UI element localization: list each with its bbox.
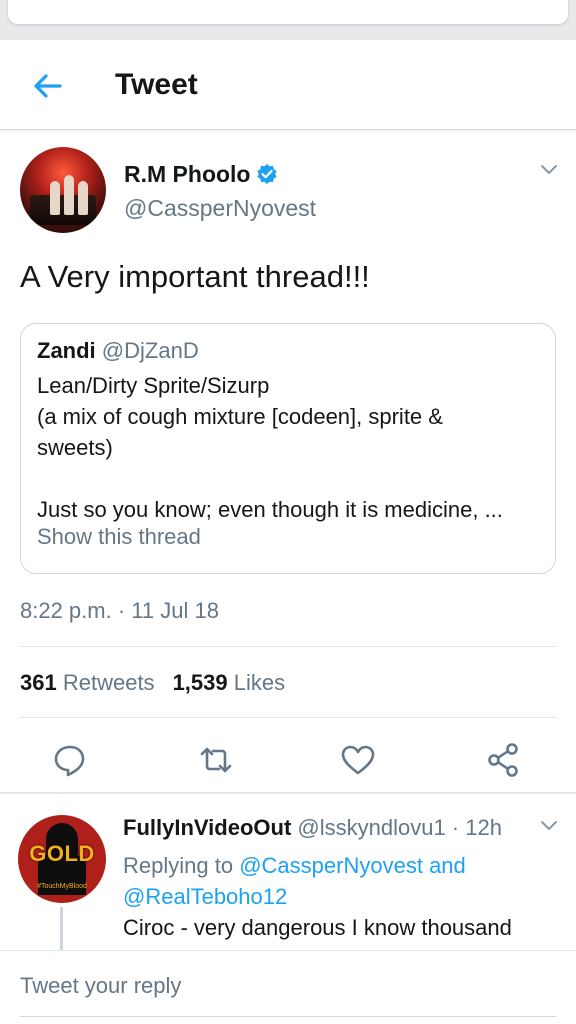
retweet-button[interactable]	[196, 740, 236, 780]
app-bar: Tweet	[0, 40, 576, 130]
avatar-figure	[78, 181, 88, 215]
tweet-actions	[0, 736, 576, 786]
avatar-figure	[64, 175, 74, 215]
reply-input[interactable]	[20, 973, 556, 999]
author-name[interactable]: R.M Phoolo	[124, 161, 278, 188]
author-handle[interactable]: @CassperNyovest	[124, 195, 316, 222]
replying-prefix: Replying to	[123, 853, 234, 878]
reply-composer	[0, 950, 576, 1024]
retweets-count: 361	[20, 670, 57, 695]
verified-badge-icon	[257, 164, 278, 184]
back-arrow-icon	[34, 74, 62, 98]
tweet-menu-button[interactable]	[539, 163, 559, 182]
retweets-stat[interactable]: 361 Retweets	[20, 670, 155, 695]
replying-to-link[interactable]: @RealTeboho12	[123, 884, 287, 909]
tweet-text: A Very important thread!!!	[20, 259, 370, 294]
likes-label: Likes	[233, 670, 286, 695]
reply-author-handle[interactable]: @lsskyndlovu1	[297, 815, 445, 840]
replying-to: Replying to @CassperNyovest and @RealTeb…	[123, 850, 553, 912]
replying-and: and	[429, 853, 466, 878]
quoted-author-handle: @DjZanD	[101, 338, 199, 363]
author-name-text: R.M Phoolo	[124, 161, 251, 187]
reply-button[interactable]	[50, 740, 90, 780]
section-divider	[0, 792, 576, 794]
tweet-stats: 361 Retweets 1,539 Likes	[20, 670, 285, 696]
page-title: Tweet	[115, 68, 198, 101]
like-heart-icon	[341, 745, 375, 775]
avatar-hashtag: #TouchMyBlood	[37, 883, 87, 890]
author-avatar[interactable]	[20, 147, 106, 233]
quoted-tweet-text: Lean/Dirty Sprite/Sizurp (a mix of cough…	[37, 370, 541, 525]
quoted-author-name: Zandi	[37, 338, 96, 363]
quoted-tweet-card[interactable]: Zandi @DjZanD Lean/Dirty Sprite/Sizurp (…	[20, 323, 556, 574]
chevron-down-icon	[541, 821, 557, 830]
chevron-down-icon	[541, 165, 557, 174]
quoted-tweet-header: Zandi @DjZanD	[37, 338, 199, 364]
notification-card	[8, 0, 568, 24]
reply-header: FullyInVideoOut @lsskyndlovu1 · 12h	[123, 815, 502, 841]
thread-connector	[60, 907, 63, 950]
reply-icon	[54, 745, 85, 777]
avatar-logo-text: GOLD	[29, 841, 95, 866]
quoted-text-line	[37, 463, 541, 494]
reply-avatar[interactable]: GOLD #TouchMyBlood	[18, 815, 106, 903]
likes-count: 1,539	[172, 670, 228, 695]
quoted-text-line: Just so you know; even though it is medi…	[37, 497, 503, 522]
avatar-figure	[50, 181, 60, 215]
reply-meta-separator: ·	[445, 815, 466, 840]
divider	[20, 646, 556, 647]
tweet-timestamp: 8:22 p.m. · 11 Jul 18	[20, 598, 219, 623]
likes-stat[interactable]: 1,539 Likes	[173, 670, 286, 695]
reply-text: Ciroc - very dangerous I know thousand	[123, 915, 512, 940]
reply-time: 12h	[465, 815, 502, 840]
quoted-text-line: (a mix of cough mixture [codeen], sprite…	[37, 404, 443, 429]
share-button[interactable]	[484, 740, 524, 780]
retweets-label: Retweets	[62, 670, 155, 695]
reply-tweet[interactable]: GOLD #TouchMyBlood FullyInVideoOut @lssk…	[0, 795, 576, 950]
quoted-text-line: Lean/Dirty Sprite/Sizurp	[37, 373, 270, 398]
reply-menu-button[interactable]	[539, 819, 559, 838]
quoted-text-line: sweets)	[37, 435, 113, 460]
reply-author-name[interactable]: FullyInVideoOut	[123, 815, 291, 840]
back-button[interactable]	[30, 68, 66, 104]
divider	[20, 717, 556, 718]
status-bar	[0, 0, 576, 40]
share-icon	[488, 743, 518, 777]
replying-to-link[interactable]: @CassperNyovest	[239, 853, 423, 878]
show-thread-link[interactable]: Show this thread	[37, 524, 201, 550]
retweet-icon	[200, 747, 232, 773]
input-underline	[20, 1016, 556, 1017]
like-button[interactable]	[338, 740, 378, 780]
